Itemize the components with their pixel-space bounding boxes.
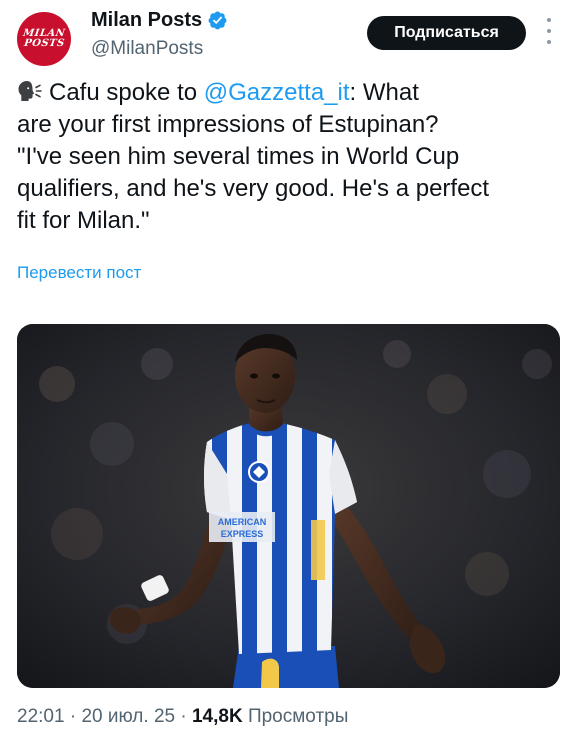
speaking-head-icon [17,79,43,101]
more-vertical-icon[interactable] [544,18,554,44]
tweet-photo[interactable]: AMERICAN EXPRESS [17,324,560,688]
subscribe-button[interactable]: Подписаться [367,16,526,50]
views-label: Просмотры [247,706,349,727]
avatar[interactable]: MILAN POSTS [17,12,71,66]
verified-badge-icon [207,10,228,31]
display-name-row: Milan Posts [91,9,228,32]
more-dot [547,18,551,22]
mention-link[interactable]: @Gazzetta_it [204,79,350,106]
shirt-sponsor-text-top: AMERICAN [218,517,267,527]
tweet-text-line-4: qualifiers, and he's very good. He's a p… [17,175,490,202]
tweet-date[interactable]: 20 июл. 25 [81,706,175,727]
player-photo-illustration: AMERICAN EXPRESS [17,324,560,688]
more-dot [547,40,551,44]
meta-separator: · [180,706,187,727]
avatar-logo-text-bottom: POSTS [22,38,66,49]
tweet-time[interactable]: 22:01 [17,706,65,727]
tweet-text-line-3: "I've seen him several times in World Cu… [17,143,460,170]
tweet-text-after-mention: : What [349,79,419,106]
tweet-meta: 22:01 · 20 июл. 25 · 14,8K Просмотры [17,706,348,728]
tweet-text-before-mention: Cafu spoke to [49,79,204,106]
display-name[interactable]: Milan Posts [91,9,202,32]
shirt-sponsor-text-bottom: EXPRESS [221,529,264,539]
more-dot [547,29,551,33]
tweet-text: Cafu spoke to @Gazzetta_it: What are you… [17,77,567,237]
meta-separator: · [69,706,77,727]
tweet-text-line-5: fit for Milan." [17,207,150,234]
tweet-text-line-1: Cafu spoke to @Gazzetta_it: What [17,77,567,109]
tweet-text-line-2: are your first impressions of Estupinan? [17,111,439,138]
user-handle[interactable]: @MilanPosts [91,38,203,60]
views-count: 14,8K [191,706,243,727]
translate-post-link[interactable]: Перевести пост [17,263,141,283]
